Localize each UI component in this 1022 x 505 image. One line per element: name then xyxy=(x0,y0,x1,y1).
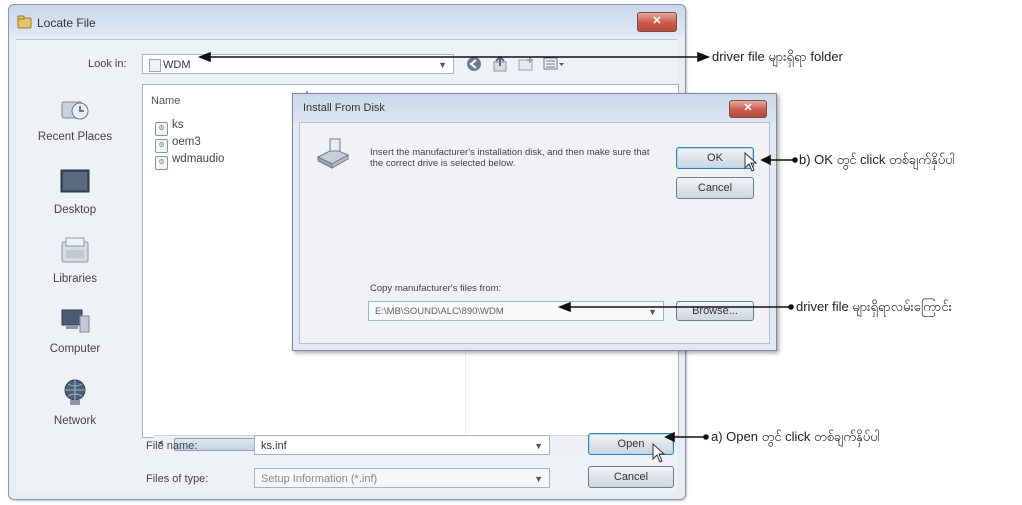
files-of-type-dropdown[interactable]: Setup Information (*.inf) ▼ xyxy=(254,468,550,488)
chevron-down-icon: ▼ xyxy=(534,441,543,451)
file-name-value: ks.inf xyxy=(261,440,287,452)
file-name: wdmaudio xyxy=(172,153,225,165)
install-cancel-button[interactable]: Cancel xyxy=(676,177,754,199)
files-of-type-value: Setup Information (*.inf) xyxy=(261,473,378,485)
folder-icon xyxy=(149,59,161,72)
place-label: Network xyxy=(53,415,97,427)
locate-close-button[interactable]: ✕ xyxy=(637,12,677,32)
place-label: Libraries xyxy=(52,273,98,285)
locate-file-titlebar[interactable]: Locate File ✕ xyxy=(9,5,685,39)
folder-search-icon xyxy=(17,15,32,29)
computer-icon xyxy=(61,309,90,333)
inf-file-icon: ⚙ xyxy=(155,156,168,170)
back-icon[interactable] xyxy=(466,56,482,72)
place-network[interactable]: Network xyxy=(16,378,134,427)
install-dialog-body: Insert the manufacturer's installation d… xyxy=(299,122,770,344)
install-close-button[interactable]: ✕ xyxy=(729,100,767,118)
mouse-cursor-icon xyxy=(744,152,758,172)
annotation-path: driver file များရှိရာလမ်းကြောင်း xyxy=(796,299,952,314)
place-label: Computer xyxy=(49,343,101,355)
recent-places-icon xyxy=(61,101,89,120)
install-message: Insert the manufacturer's installation d… xyxy=(370,147,650,169)
view-menu-icon[interactable] xyxy=(543,56,565,72)
annotation-ok: b) OK တွင် click တစ်ချက်နှိပ်ပါ xyxy=(799,152,955,167)
copy-files-path-value: E:\MB\SOUND\ALC\890\WDM xyxy=(375,306,504,317)
copy-files-label: Copy manufacturer's files from: xyxy=(370,283,502,294)
place-desktop[interactable]: Desktop xyxy=(16,167,134,216)
browse-button[interactable]: Browse... xyxy=(676,301,754,321)
place-recent-places[interactable]: Recent Places xyxy=(16,94,134,143)
look-in-dropdown[interactable]: WDM ▼ xyxy=(142,54,454,74)
place-label: Desktop xyxy=(53,204,97,216)
locate-cancel-button[interactable]: Cancel xyxy=(588,466,674,488)
chevron-down-icon: ▼ xyxy=(534,474,543,484)
libraries-icon xyxy=(61,237,89,263)
place-label: Recent Places xyxy=(37,131,113,143)
install-dialog-title: Install From Disk xyxy=(303,102,385,114)
file-name: oem3 xyxy=(172,136,201,148)
places-bar: Recent Places Desktop Libraries Computer… xyxy=(16,60,134,440)
file-item-oem3[interactable]: ⚙ oem3 xyxy=(155,136,201,153)
ok-button[interactable]: OK xyxy=(676,147,754,169)
place-computer[interactable]: Computer xyxy=(16,306,134,355)
locate-file-title: Locate File xyxy=(37,16,96,30)
inf-file-icon: ⚙ xyxy=(155,122,168,136)
column-header-name[interactable]: Name xyxy=(151,95,180,107)
mouse-cursor-icon xyxy=(652,443,666,463)
place-libraries[interactable]: Libraries xyxy=(16,236,134,285)
desktop-icon xyxy=(60,169,90,193)
look-in-value: WDM xyxy=(163,59,191,71)
up-folder-icon[interactable] xyxy=(492,55,508,73)
file-name-input[interactable]: ks.inf ▼ xyxy=(254,435,550,455)
files-of-type-label: Files of type: xyxy=(146,473,209,485)
annotation-open: a) Open တွင် click တစ်ချက်နှိပ်ပါ xyxy=(711,429,880,444)
file-item-wdmaudio[interactable]: ⚙ wdmaudio xyxy=(155,153,224,170)
disk-drive-icon xyxy=(316,138,350,169)
inf-file-icon: ⚙ xyxy=(155,139,168,153)
install-from-disk-dialog: Install From Disk ✕ Insert the manufactu… xyxy=(292,93,777,351)
chevron-down-icon: ▼ xyxy=(648,307,657,317)
annotation-folder: driver file များရှိရာ folder xyxy=(712,49,843,64)
new-folder-icon[interactable] xyxy=(518,56,534,72)
file-item-ks[interactable]: ⚙ ks xyxy=(155,119,184,136)
file-name-label: File name: xyxy=(146,440,198,452)
network-icon xyxy=(64,379,86,405)
copy-files-path-input[interactable]: E:\MB\SOUND\ALC\890\WDM ▼ xyxy=(368,301,664,321)
chevron-down-icon: ▼ xyxy=(438,60,447,70)
file-name: ks xyxy=(172,119,184,131)
